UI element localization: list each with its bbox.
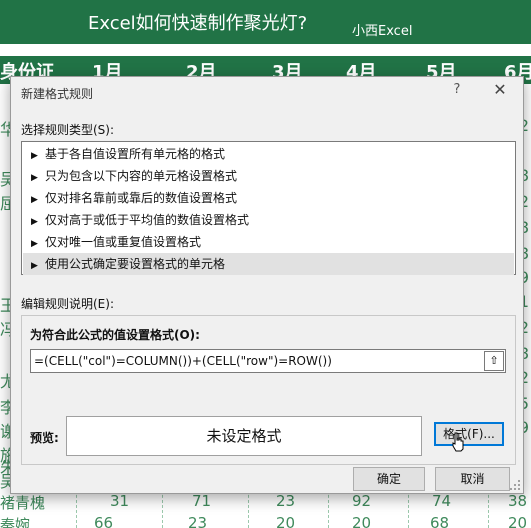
edit-rule-description-label: 编辑规则说明(E): bbox=[21, 297, 114, 311]
cell-value: 31 bbox=[110, 492, 130, 510]
cell-name: 秦婉 bbox=[0, 516, 31, 528]
cell-value: 68 bbox=[430, 514, 450, 528]
cell-value: 74 bbox=[432, 492, 452, 510]
ok-button[interactable]: 确定 bbox=[353, 467, 425, 491]
rule-item-use-formula[interactable]: ▶ 使用公式确定要设置格式的单元格 bbox=[23, 253, 514, 275]
banner-brand: 小西Excel bbox=[352, 24, 413, 39]
format-button[interactable]: 格式(F)... bbox=[434, 422, 504, 446]
article-banner: Excel如何快速制作聚光灯? 小西Excel bbox=[0, 0, 531, 44]
cancel-button[interactable]: 取消 bbox=[435, 467, 510, 491]
cell-value: 20 bbox=[276, 514, 296, 528]
formula-label: 为符合此公式的值设置格式(O): bbox=[30, 328, 200, 342]
cell-value: 92 bbox=[352, 492, 372, 510]
cell-value: 71 bbox=[192, 492, 212, 510]
rule-item-label: 使用公式确定要设置格式的单元格 bbox=[45, 257, 226, 271]
cell-value: 20 bbox=[352, 514, 372, 528]
rule-item-label: 仅对高于或低于平均值的数值设置格式 bbox=[45, 213, 250, 227]
cell-value: 23 bbox=[276, 492, 296, 510]
rule-item-format-all-cells[interactable]: ▶ 基于各自值设置所有单元格的格式 bbox=[23, 143, 514, 165]
rule-item-label: 只为包含以下内容的单元格设置格式 bbox=[45, 169, 238, 183]
rule-item-label: 基于各自值设置所有单元格的格式 bbox=[45, 147, 226, 161]
select-rule-type-label: 选择规则类型(S): bbox=[21, 123, 115, 137]
help-button[interactable]: ? bbox=[449, 82, 465, 100]
resize-grip-icon[interactable] bbox=[509, 479, 521, 491]
rule-item-label: 仅对排名靠前或靠后的数值设置格式 bbox=[45, 191, 238, 205]
edit-rule-panel: 为符合此公式的值设置格式(O): ⇧ 预览: 未设定格式 格式(F)... bbox=[21, 315, 516, 465]
rule-item-top-bottom[interactable]: ▶ 仅对排名靠前或靠后的数值设置格式 bbox=[23, 187, 514, 209]
rule-type-list[interactable]: ▶ 基于各自值设置所有单元格的格式 ▶ 只为包含以下内容的单元格设置格式 ▶ 仅对排名… bbox=[21, 141, 516, 275]
dialog-title: 新建格式规则 bbox=[21, 87, 94, 101]
cell-value: 38 bbox=[508, 492, 528, 510]
triangle-right-icon: ▶ bbox=[31, 195, 38, 205]
banner-title: Excel如何快速制作聚光灯? bbox=[88, 13, 308, 34]
rule-item-label: 仅对唯一值或重复值设置格式 bbox=[45, 235, 202, 249]
cell-value: 23 bbox=[188, 514, 208, 528]
preview-label: 预览: bbox=[30, 431, 59, 445]
hand-cursor-icon bbox=[452, 432, 464, 452]
triangle-right-icon: ▶ bbox=[31, 261, 38, 271]
rule-item-unique-duplicate[interactable]: ▶ 仅对唯一值或重复值设置格式 bbox=[23, 231, 514, 253]
cell-name: 褚青槐 bbox=[0, 494, 46, 512]
new-format-rule-dialog: 新建格式规则 ? ✕ 选择规则类型(S): ▶ 基于各自值设置所有单元格的格式 ▶… bbox=[10, 76, 524, 494]
triangle-right-icon: ▶ bbox=[31, 173, 38, 183]
close-icon[interactable]: ✕ bbox=[491, 81, 509, 99]
rule-item-cells-containing[interactable]: ▶ 只为包含以下内容的单元格设置格式 bbox=[23, 165, 514, 187]
triangle-right-icon: ▶ bbox=[31, 151, 38, 161]
collapse-dialog-button[interactable]: ⇧ bbox=[484, 351, 504, 371]
triangle-right-icon: ▶ bbox=[31, 217, 38, 227]
cell-value: 20 bbox=[508, 514, 528, 528]
rule-item-above-below-average[interactable]: ▶ 仅对高于或低于平均值的数值设置格式 bbox=[23, 209, 514, 231]
triangle-right-icon: ▶ bbox=[31, 239, 38, 249]
cell-value: 66 bbox=[94, 514, 114, 528]
preview-box: 未设定格式 bbox=[66, 416, 422, 456]
formula-input[interactable] bbox=[30, 349, 506, 373]
